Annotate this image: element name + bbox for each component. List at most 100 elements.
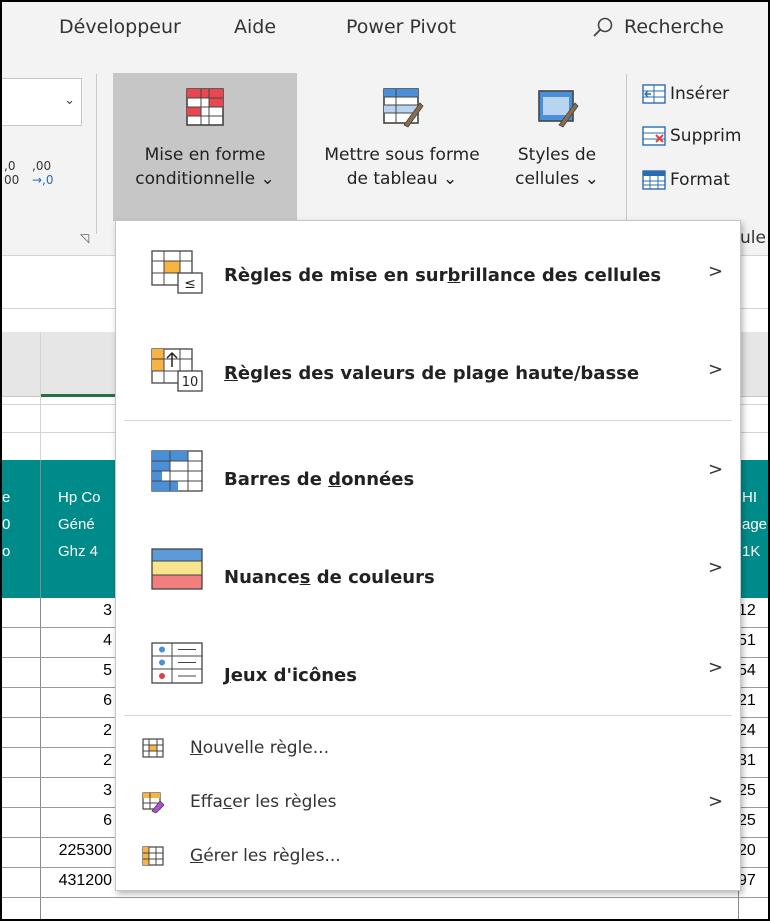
conditional-formatting-icon [186,88,224,126]
tab-power-pivot[interactable]: Power Pivot [346,16,456,38]
cell-b[interactable]: 225300 [42,842,112,860]
menu-item-label: Effacer les règles [190,792,337,812]
conditional-formatting-label-line2: conditionnelle ⌄ [135,169,275,189]
svg-text:,00: ,00 [32,159,51,173]
cells-group-label: ule [740,228,766,248]
chevron-right-icon: > [708,557,724,578]
highlight-cells-rules-icon: ≤ [151,250,203,294]
top-bottom-rules-icon: 10 [151,348,203,392]
manage-rules-icon [142,846,164,866]
header-cell-right: HI age 1K [742,489,768,560]
menu-item-data-bars[interactable]: Barres de données > [116,421,740,521]
cell-right[interactable]: 25 [738,782,768,800]
insert-cells-button[interactable]: Insérer [642,84,729,104]
cell-styles-label-line2: cellules ⌄ [515,169,599,189]
cell-styles-label-line1: Styles de [517,145,597,165]
svg-text:≤: ≤ [184,276,196,292]
menu-item-clear-rules[interactable]: Effacer les règles > [116,783,740,823]
menu-item-manage-rules[interactable]: Gérer les règles... [116,837,740,877]
color-scales-icon [151,548,203,590]
new-rule-icon [142,738,164,758]
cell-right[interactable]: 31 [738,752,768,770]
menu-item-label: Jeux d'icônes [224,665,357,686]
menu-item-label: Nuances de couleurs [224,567,435,588]
cell-right[interactable]: 54 [738,662,768,680]
header-cell-b: Hp Co Géné Ghz 4 [58,489,101,560]
cell-right[interactable]: 24 [738,722,768,740]
svg-text:10: 10 [182,375,199,390]
cell-styles-button[interactable]: Styles de cellules ⌄ [502,73,612,221]
cell-b[interactable]: 3 [42,782,112,800]
menu-item-new-rule[interactable]: Nouvelle règle... [116,729,740,769]
menu-item-label: Règles des valeurs de plage haute/basse [224,363,640,384]
icon-sets-icon [151,642,203,684]
cell-styles-icon [538,90,579,128]
menu-item-color-scales[interactable]: Nuances de couleurs > [116,521,740,621]
chevron-right-icon: > [708,359,724,380]
tab-aide[interactable]: Aide [234,16,276,38]
clear-rules-icon [142,792,164,813]
excel-window: Développeur Aide Power Pivot Recherche ⌄… [0,0,770,921]
cell-right[interactable]: 12 [738,602,768,620]
chevron-down-icon: ⌄ [584,169,599,189]
decimal-increase-decrease-icon[interactable]: ,0 00 ,00 →,0 [2,154,92,194]
cell-b[interactable]: 3 [42,602,112,620]
format-cells-button[interactable]: Format [642,170,730,190]
cell-right[interactable]: 97 [738,872,768,890]
data-bars-icon [151,450,203,492]
cell-b[interactable]: 5 [42,662,112,680]
chevron-right-icon: > [708,791,724,812]
chevron-right-icon: > [708,261,724,282]
conditional-formatting-button[interactable]: Mise en forme conditionnelle ⌄ [113,73,297,221]
chevron-down-icon: ⌄ [260,169,275,189]
group-separator [96,74,97,234]
svg-text:00: 00 [4,173,19,187]
format-as-table-label-line1: Mettre sous forme [324,145,480,165]
group-separator [626,74,627,234]
search-icon[interactable] [592,16,614,38]
menu-item-highlight-rules[interactable]: ≤ Règles de mise en surbrillance des cel… [116,221,740,329]
chevron-down-icon: ⌄ [64,93,75,108]
cell-b[interactable]: 431200 [42,872,112,890]
format-as-table-icon [383,88,424,128]
dialog-launcher-icon[interactable]: ◹ [80,231,89,245]
cell-b[interactable]: 6 [42,692,112,710]
chevron-right-icon: > [708,657,724,678]
delete-label: Supprim [670,126,742,146]
svg-text:→,0: →,0 [32,173,54,187]
tab-recherche[interactable]: Recherche [624,16,724,38]
cell-right[interactable]: 20 [738,842,768,860]
conditional-formatting-label-line1: Mise en forme [144,145,266,165]
svg-text:,0: ,0 [4,159,15,173]
menu-item-label: Nouvelle règle... [190,738,329,758]
number-format-combo[interactable]: ⌄ [2,78,82,126]
menu-item-top-bottom-rules[interactable]: 10 Règles des valeurs de plage haute/bas… [116,329,740,419]
cell-b[interactable]: 6 [42,812,112,830]
format-label: Format [670,170,730,190]
menu-item-label: Gérer les règles... [190,846,341,866]
decimal-buttons: ,0 00 ,00 →,0 [2,154,92,198]
menu-item-icon-sets[interactable]: Jeux d'icônes > [116,621,740,713]
chevron-down-icon: ⌄ [443,169,458,189]
menu-separator [124,715,732,716]
menu-item-label: Règles de mise en surbrillance des cellu… [224,265,662,286]
cell-right[interactable]: 51 [738,632,768,650]
format-as-table-label-line2: de tableau ⌄ [346,169,458,189]
insert-cells-icon [642,84,666,104]
chevron-right-icon: > [708,459,724,480]
cell-b[interactable]: 4 [42,632,112,650]
cell-b[interactable]: 2 [42,722,112,740]
delete-cells-button[interactable]: Supprim [642,126,741,146]
insert-label: Insérer [670,84,730,104]
format-as-table-button[interactable]: Mettre sous forme de tableau ⌄ [302,73,502,221]
header-cell-a: e 0 o [2,489,11,560]
menu-item-label: Barres de données [224,469,415,490]
conditional-formatting-menu: ≤ Règles de mise en surbrillance des cel… [115,220,741,891]
tab-developpeur[interactable]: Développeur [59,16,181,38]
ribbon-tab-row: Développeur Aide Power Pivot Recherche [2,2,768,48]
cell-right[interactable]: 25 [738,812,768,830]
cell-right[interactable]: 21 [738,692,768,710]
cell-b[interactable]: 2 [42,752,112,770]
delete-cells-icon [642,126,666,146]
format-cells-icon [642,170,666,190]
